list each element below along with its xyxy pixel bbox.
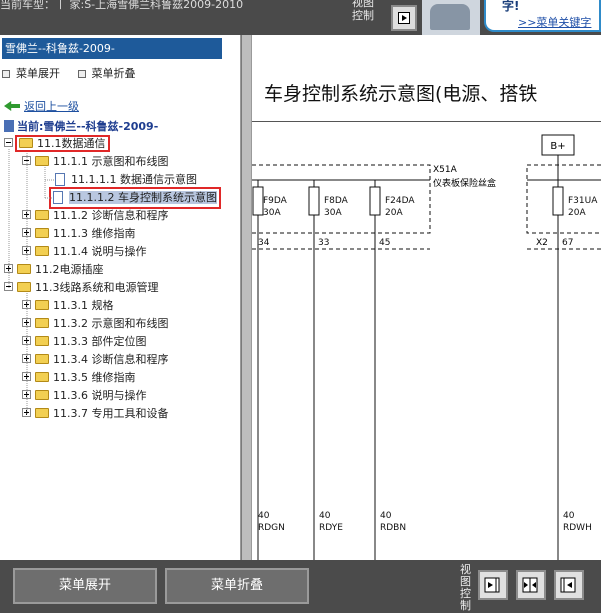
x2-label: X2 bbox=[536, 238, 548, 248]
arrow-right-icon bbox=[398, 12, 410, 24]
split-arrows-icon bbox=[522, 577, 538, 593]
menu-keyword-box: 字! >>菜单关键字 bbox=[484, 0, 601, 32]
navigation-panel: 雪佛兰--科鲁兹-2009- 菜单展开 菜单折叠 返回上一级 当前:雪佛兰--科… bbox=[0, 35, 240, 560]
fuse-name: F24DA bbox=[385, 196, 415, 206]
view-control-label: 视图控制 bbox=[460, 563, 471, 612]
wire-color: RDWH bbox=[563, 523, 592, 533]
pin-number: 45 bbox=[379, 238, 390, 248]
layout-right-button[interactable] bbox=[554, 570, 584, 600]
mascot-image bbox=[422, 0, 480, 35]
wire-size: 40 bbox=[563, 511, 575, 521]
wire-size: 40 bbox=[380, 511, 392, 521]
pin-number: 67 bbox=[562, 238, 573, 248]
keyword-char: 字! bbox=[502, 0, 520, 13]
layout-split-button[interactable] bbox=[516, 570, 546, 600]
wire-size: 40 bbox=[258, 511, 270, 521]
collapse-menu-button[interactable]: 菜单折叠 bbox=[165, 568, 309, 604]
vertical-scrollbar[interactable] bbox=[241, 35, 251, 560]
panel-splitter[interactable] bbox=[240, 35, 252, 560]
fuse-name: F9DA bbox=[263, 196, 288, 206]
wire-color: RDBN bbox=[380, 523, 406, 533]
pin-number: 33 bbox=[318, 238, 329, 248]
tree-connector-lines bbox=[8, 149, 55, 414]
wire-color: RDYE bbox=[319, 523, 343, 533]
fuse-name: F8DA bbox=[324, 196, 349, 206]
bottom-toolbar: 菜单展开 菜单折叠 视图控制 bbox=[0, 560, 601, 613]
expand-menu-button[interactable]: 菜单展开 bbox=[13, 568, 157, 604]
menu-keyword-link[interactable]: >>菜单关键字 bbox=[518, 14, 591, 30]
wire-size: 40 bbox=[319, 511, 331, 521]
connector-label: X51A bbox=[433, 165, 458, 175]
fuse-amp: 20A bbox=[568, 208, 586, 218]
fuse-amp: 20A bbox=[385, 208, 403, 218]
fuse-box-label: 仪表板保险丝盒 bbox=[433, 177, 496, 189]
arrow-left-icon bbox=[560, 577, 576, 593]
wire-color: RDGN bbox=[258, 523, 285, 533]
fuse-amp: 30A bbox=[263, 208, 281, 218]
wiring-diagram: B+ X51A 仪表板保险丝盒 X2 F9DA 30A F8DA 30A F24… bbox=[252, 134, 601, 560]
current-vehicle-label: 当前车型：丨 家:S-上海雪佛兰科鲁兹2009-2010 bbox=[0, 0, 244, 11]
layout-left-button[interactable] bbox=[478, 570, 508, 600]
bplus-label: B+ bbox=[550, 141, 565, 152]
fuse-name: F31UA bbox=[568, 196, 598, 206]
view-control-label: 视图控制 bbox=[352, 0, 374, 22]
top-bar: 当前车型：丨 家:S-上海雪佛兰科鲁兹2009-2010 视图控制 字! >>菜… bbox=[0, 0, 601, 35]
arrow-right-icon bbox=[484, 577, 500, 593]
pin-number: 34 bbox=[258, 238, 270, 248]
view-toggle-button[interactable] bbox=[391, 5, 417, 31]
fuse-amp: 30A bbox=[324, 208, 342, 218]
diagram-view: 车身控制系统示意图(电源、搭铁 B+ X51A 仪表板保险丝盒 X2 F9DA … bbox=[252, 35, 601, 560]
